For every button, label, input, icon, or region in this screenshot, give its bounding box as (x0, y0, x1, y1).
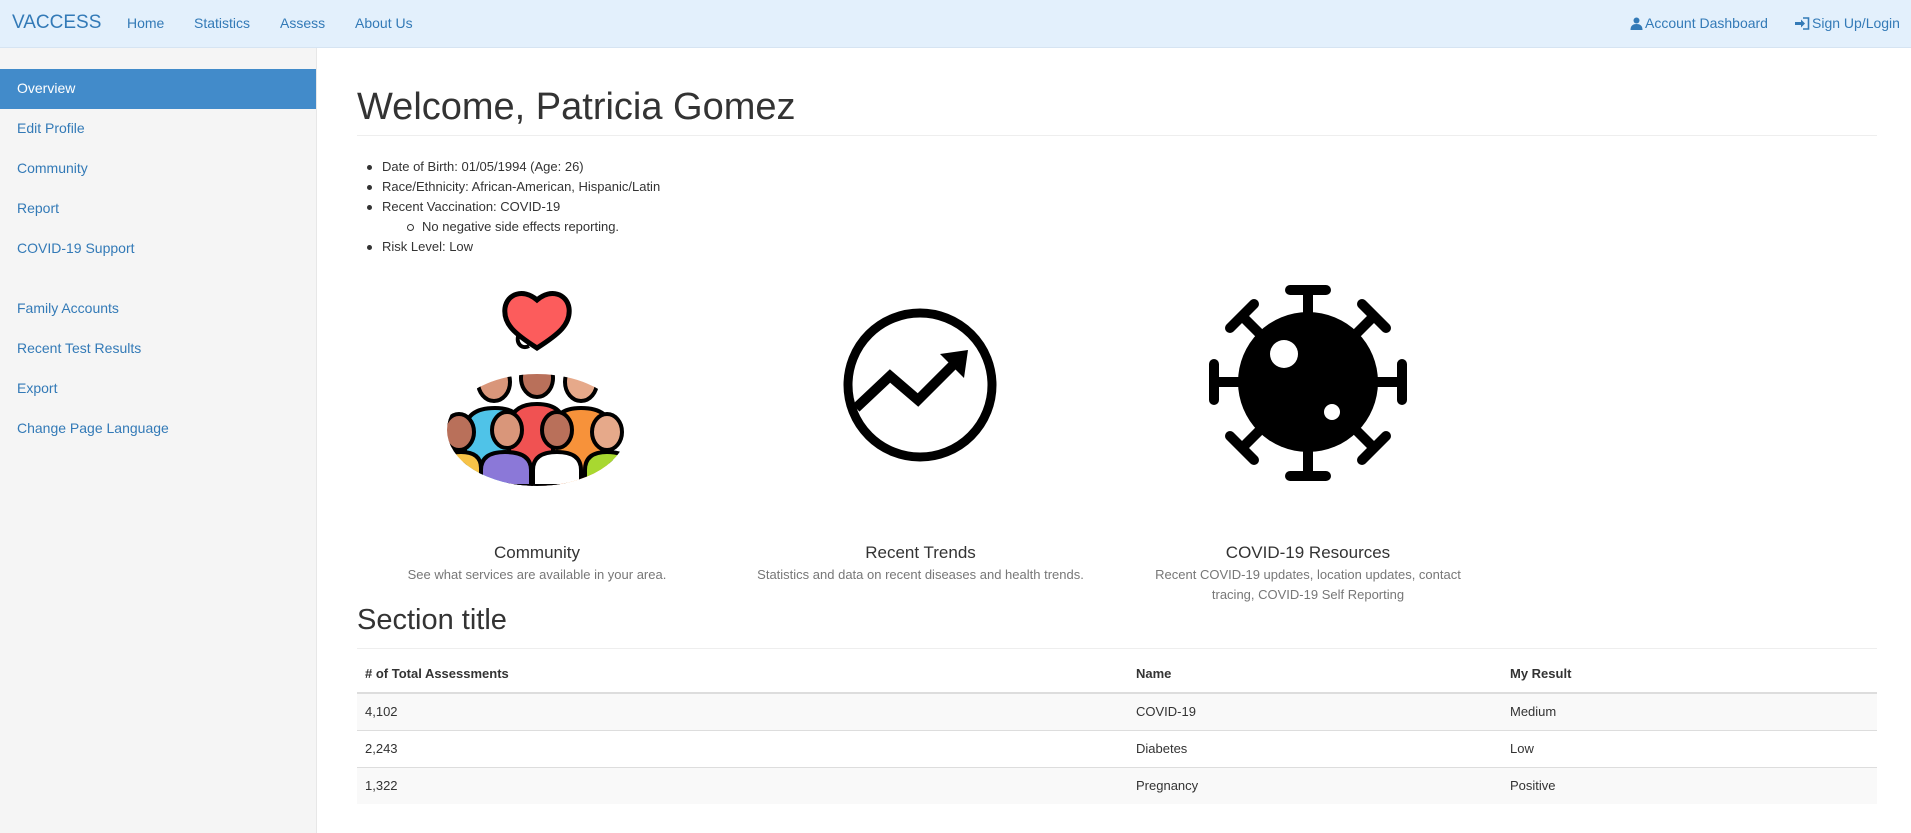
trend-icon[interactable] (818, 282, 1023, 486)
section-title: Section title (357, 604, 507, 636)
feature-community-title[interactable]: Community (387, 543, 687, 563)
sidebar-item-report[interactable]: Report (0, 189, 316, 229)
table-cell: Diabetes (1128, 729, 1502, 767)
feature-covid-resources[interactable]: COVID-19 Resources Recent COVID-19 updat… (1138, 282, 1478, 602)
sign-up-login-label: Sign Up/Login (1812, 15, 1900, 31)
table-cell: Low (1502, 729, 1877, 767)
table-cell: 1,322 (357, 766, 1128, 804)
side-effects-item: No negative side effects reporting. (357, 217, 957, 237)
sidebar-item-covid-support[interactable]: COVID-19 Support (0, 229, 316, 269)
virus-icon[interactable] (1206, 282, 1411, 486)
feature-recent-trends-desc: Statistics and data on recent diseases a… (757, 567, 1084, 582)
title-divider (357, 135, 1877, 136)
sidebar-item-community[interactable]: Community (0, 149, 316, 189)
user-icon (1630, 17, 1643, 30)
table-cell: Medium (1502, 692, 1877, 730)
account-dashboard-link[interactable]: Account Dashboard (1630, 15, 1768, 31)
risk-level-item: Risk Level: Low (357, 237, 957, 257)
sidebar-item-export[interactable]: Export (0, 369, 316, 409)
sidebar-item-family-accounts[interactable]: Family Accounts (0, 289, 316, 329)
vaccination-item: Recent Vaccination: COVID-19 (357, 197, 957, 217)
feature-covid-resources-desc: Recent COVID-19 updates, location update… (1155, 567, 1461, 602)
feature-covid-resources-title[interactable]: COVID-19 Resources (1138, 543, 1478, 563)
race-item: Race/Ethnicity: African-American, Hispan… (357, 177, 957, 197)
assessments-table: # of Total Assessments Name My Result 4,… (357, 655, 1877, 804)
sidebar: Overview Edit Profile Community Report C… (0, 48, 317, 833)
account-dashboard-label: Account Dashboard (1645, 15, 1768, 31)
sidebar-item-overview[interactable]: Overview (0, 69, 316, 109)
feature-community-desc: See what services are available in your … (407, 567, 667, 582)
profile-info-list: Date of Birth: 01/05/1994 (Age: 26) Race… (357, 157, 957, 257)
table-row: 2,243 Diabetes Low (357, 729, 1877, 767)
login-icon (1795, 16, 1810, 30)
sidebar-item-edit-profile[interactable]: Edit Profile (0, 109, 316, 149)
community-icon[interactable] (435, 282, 640, 486)
table-cell: 2,243 (357, 729, 1128, 767)
table-cell: 4,102 (357, 692, 1128, 730)
sign-up-login-link[interactable]: Sign Up/Login (1795, 15, 1900, 31)
brand-logo[interactable]: VACCESS (12, 12, 101, 34)
dob-item: Date of Birth: 01/05/1994 (Age: 26) (357, 157, 957, 177)
table-row: 1,322 Pregnancy Positive (357, 766, 1877, 804)
table-cell: Positive (1502, 766, 1877, 804)
feature-recent-trends[interactable]: Recent Trends Statistics and data on rec… (733, 282, 1108, 582)
sidebar-item-change-language[interactable]: Change Page Language (0, 409, 316, 449)
nav-assess[interactable]: Assess (280, 15, 325, 31)
feature-community[interactable]: Community See what services are availabl… (387, 282, 687, 582)
page-title: Welcome, Patricia Gomez (357, 86, 796, 128)
table-cell: Pregnancy (1128, 766, 1502, 804)
table-cell: COVID-19 (1128, 692, 1502, 730)
table-header-row: # of Total Assessments Name My Result (357, 655, 1877, 694)
column-header-total: # of Total Assessments (357, 655, 1128, 694)
nav-home[interactable]: Home (127, 15, 164, 31)
column-header-result: My Result (1502, 655, 1877, 694)
feature-recent-trends-title[interactable]: Recent Trends (733, 543, 1108, 563)
nav-about-us[interactable]: About Us (355, 15, 413, 31)
sidebar-item-recent-test-results[interactable]: Recent Test Results (0, 329, 316, 369)
nav-statistics[interactable]: Statistics (194, 15, 250, 31)
section-divider (357, 648, 1877, 649)
table-row: 4,102 COVID-19 Medium (357, 692, 1877, 730)
column-header-name: Name (1128, 655, 1502, 694)
top-navbar: VACCESS Home Statistics Assess About Us … (0, 0, 1911, 48)
